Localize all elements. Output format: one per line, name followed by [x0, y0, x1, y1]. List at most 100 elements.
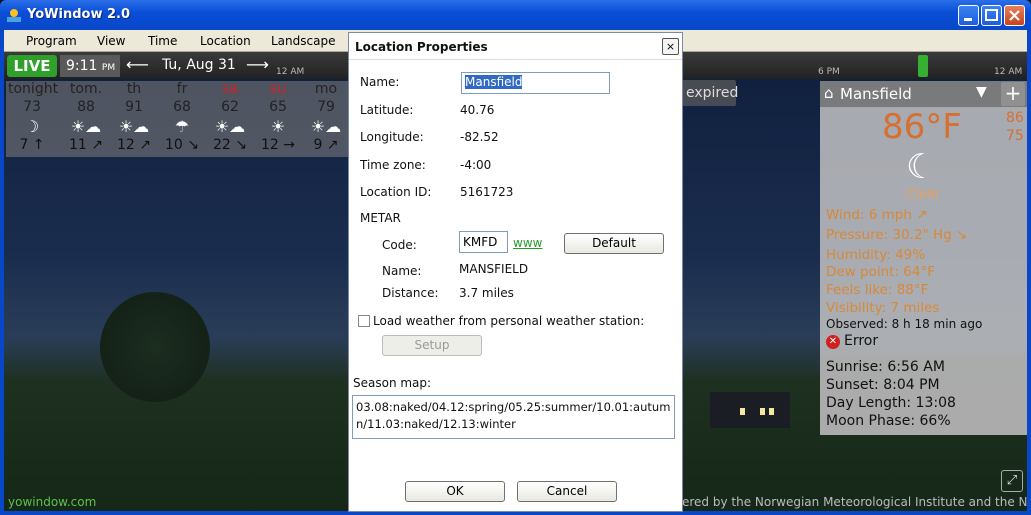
window-frame [0, 30, 4, 515]
house-window [769, 408, 774, 415]
visibility-stat: Visibility: 7 miles [826, 300, 940, 316]
metar-code-label: Code: [382, 238, 417, 252]
forecast-wind: 12 → [261, 137, 295, 153]
fullscreen-icon[interactable]: ⤢ [1001, 470, 1023, 492]
menu-location[interactable]: Location [200, 34, 251, 48]
next-day-arrow-icon[interactable]: ⟶ [246, 55, 269, 74]
minimize-button[interactable] [958, 5, 979, 26]
menu-view[interactable]: View [97, 34, 125, 48]
longitude-label: Longitude: [360, 130, 424, 144]
location-id-label: Location ID: [360, 185, 432, 199]
high-temp: 86 [1006, 110, 1024, 126]
house-silhouette [710, 392, 790, 428]
forecast-temp: 62 [221, 99, 239, 115]
rain-icon: ☂ [174, 117, 190, 136]
moon-phase: Moon Phase: 66% [826, 413, 951, 429]
metar-www-link[interactable]: www [513, 236, 542, 250]
timeline-tick: 6 PM [818, 67, 840, 77]
current-weather-panel: ⌂ Mansfield ▼ + 86°F 86 75 ☾ Clear Wind:… [820, 81, 1027, 435]
close-window-button[interactable] [1004, 5, 1025, 26]
location-properties-dialog: Location Properties × Name: Mansfield La… [348, 32, 683, 512]
cancel-button[interactable]: Cancel [517, 481, 617, 502]
forecast-day-name: sa [222, 81, 238, 97]
low-temp: 75 [1006, 128, 1024, 144]
latitude-value: 40.76 [460, 103, 495, 117]
forecast-temp: 65 [269, 99, 287, 115]
live-button[interactable]: LIVE [7, 55, 57, 77]
current-temperature: 86°F [882, 107, 962, 147]
error-label[interactable]: Error [844, 333, 878, 349]
sun-icon: ☀ [270, 117, 286, 136]
season-map-label: Season map: [353, 376, 432, 390]
forecast-temp: 88 [77, 99, 95, 115]
credit-text: ered by the Norwegian Meteorological Ins… [682, 495, 1027, 509]
forecast-temp: 79 [317, 99, 335, 115]
menu-time[interactable]: Time [148, 34, 177, 48]
name-input-value: Mansfield [465, 75, 523, 89]
astronomy-section: Sunrise: 6:56 AM Sunset: 8:04 PM Day Len… [820, 355, 1027, 435]
moon-icon: ☾ [906, 147, 937, 187]
error-icon: ✕ [826, 335, 840, 349]
forecast-wind: 12 ↗ [117, 137, 151, 153]
forecast-wind: 9 ↗ [313, 137, 339, 153]
day-length: Day Length: 13:08 [826, 395, 956, 411]
menu-landscape[interactable]: Landscape [271, 34, 335, 48]
forecast-day-name: su [269, 81, 287, 97]
pressure-stat: Pressure: 30.2" Hg ↘ [826, 227, 968, 243]
forecast-day[interactable]: th 91 ☀☁ 12 ↗ [110, 81, 158, 153]
setup-button[interactable]: Setup [382, 335, 482, 356]
forecast-day[interactable]: mo 79 ☀☁ 9 ↗ [302, 81, 350, 153]
chevron-down-icon[interactable]: ▼ [976, 84, 987, 100]
sunrise: Sunrise: 6:56 AM [826, 359, 945, 375]
window-title: YoWindow 2.0 [27, 7, 131, 22]
prev-day-arrow-icon[interactable]: ⟵ [126, 55, 149, 74]
title-bar[interactable]: YoWindow 2.0 [0, 0, 1031, 30]
forecast-day[interactable]: su 65 ☀ 12 → [254, 81, 302, 153]
forecast-temp: 91 [125, 99, 143, 115]
forecast-day[interactable]: fr 68 ☂ 10 ↘ [158, 81, 206, 153]
maximize-button[interactable] [981, 5, 1002, 26]
forecast-day-name: tom. [69, 81, 103, 97]
menu-program[interactable]: Program [26, 34, 77, 48]
forecast-day[interactable]: tom. 88 ☀☁ 11 ↗ [62, 81, 110, 153]
location-header[interactable]: ⌂ Mansfield ▼ + [820, 81, 1027, 107]
forecast-wind: 11 ↗ [69, 137, 103, 153]
ok-button[interactable]: OK [405, 481, 505, 502]
time-value: 9:11 [66, 58, 98, 74]
yowindow-app-icon [6, 7, 22, 23]
window-frame [1027, 30, 1031, 515]
pws-checkbox[interactable] [358, 315, 370, 327]
date-label: Tu, Aug 31 [162, 57, 236, 73]
forecast-day[interactable]: sa 62 ☀☁ 22 ↘ [206, 81, 254, 153]
metar-heading: METAR [360, 211, 401, 225]
house-window [760, 408, 765, 415]
name-label: Name: [360, 75, 400, 89]
metar-name-label: Name: [382, 264, 422, 278]
name-input[interactable]: Mansfield [461, 72, 610, 94]
forecast-day[interactable]: tonight 73 ☽ 7 ↑ [8, 81, 58, 153]
partly-cloudy-icon: ☀☁ [214, 117, 246, 136]
dialog-close-icon[interactable]: × [662, 38, 679, 55]
forecast-strip: tonight 73 ☽ 7 ↑ tom. 88 ☀☁ 11 ↗ th 91 ☀… [6, 81, 348, 157]
time-slider-handle[interactable] [918, 55, 928, 77]
observed-time: Observed: 8 h 18 min ago [826, 317, 983, 331]
add-location-button[interactable]: + [1001, 82, 1025, 106]
forecast-day-name: th [126, 81, 142, 97]
season-map-textarea[interactable]: 03.08:naked/04.12:spring/05.25:summer/10… [352, 395, 675, 439]
default-button[interactable]: Default [564, 233, 664, 254]
dialog-title: Location Properties [355, 40, 488, 54]
website-link[interactable]: yowindow.com [8, 495, 96, 509]
home-icon: ⌂ [824, 84, 834, 102]
dialog-header[interactable]: Location Properties × [349, 33, 682, 60]
timezone-label: Time zone: [360, 158, 426, 172]
longitude-value: -82.52 [460, 130, 499, 144]
forecast-temp: 73 [23, 99, 41, 115]
forecast-temp: 68 [173, 99, 191, 115]
time-ampm: PM [101, 63, 116, 73]
moon-icon: ☽ [24, 117, 40, 136]
location-id-value: 5161723 [460, 185, 514, 199]
location-name: Mansfield [840, 85, 912, 103]
timeline-tick: 12 AM [276, 67, 305, 77]
metar-code-input[interactable] [459, 231, 508, 253]
pws-label[interactable]: Load weather from personal weather stati… [373, 314, 644, 328]
